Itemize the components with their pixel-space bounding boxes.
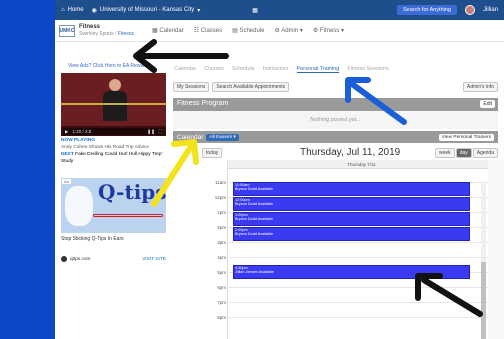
nav-admin[interactable]: ⚙ Admin ▾	[274, 27, 302, 34]
fitness-program-empty: Nothing posted yet...	[173, 111, 498, 129]
black-arrow-left-icon	[133, 39, 229, 73]
avatar[interactable]	[464, 5, 475, 15]
hour-label: 7pm	[217, 300, 226, 305]
calendar-header: Calendar All trainers ▾ View Personal Tr…	[173, 131, 498, 143]
hour-label: 4pm	[217, 255, 226, 260]
ad-tag: Ad	[62, 179, 71, 184]
nav-calendar[interactable]: ▦ Calendar	[152, 27, 184, 34]
ad-footer: qtips.com VISIT SITE	[61, 256, 166, 262]
view-personal-trainers-button[interactable]: View Personal Trainers	[438, 133, 494, 141]
tab-schedule[interactable]: Schedule	[232, 66, 255, 73]
appointment-slot[interactable]: 1:00pm Bryson Dodd Available	[233, 212, 470, 226]
nav-fitness[interactable]: ⚙ Fitness ▾	[313, 27, 344, 34]
page-title: Fitness	[79, 23, 101, 30]
progress-stripe	[61, 103, 166, 105]
day-header: Thursday 7/11	[228, 160, 495, 169]
search-button[interactable]: Search for Anything	[396, 5, 457, 15]
site-icon	[61, 256, 67, 262]
tab-instructors[interactable]: Instructors	[263, 66, 289, 73]
home-icon: ⌂	[61, 7, 65, 13]
slot-trainer: Bryson Dodd Available	[235, 202, 274, 207]
ad-caption[interactable]: Stop Sticking Q-Tips In Ears	[61, 236, 124, 242]
user-name[interactable]: Jillian	[483, 7, 498, 13]
main-nav: ▦ Calendar ☷ Classes ▤ Schedule ⚙ Admin ▾ ⚙ …	[152, 27, 344, 34]
edit-button[interactable]: Edit	[480, 100, 495, 108]
my-sessions-button[interactable]: My Sessions	[173, 82, 210, 92]
calendar-controls: today Thursday, Jul 11, 2019 week day Agen…	[173, 146, 498, 160]
blue-arrow-icon	[345, 77, 407, 125]
breadcrumb: Swinney Sports / Fitness	[79, 30, 135, 37]
visit-site-link[interactable]: VISIT SITE	[142, 257, 166, 262]
app-header: UMKC Fitness Swinney Sports / Fitness ▦ …	[55, 20, 504, 42]
view-week[interactable]: week	[435, 148, 455, 158]
slot-trainer: Bryson Dodd Available	[235, 217, 274, 222]
view-switcher: week day Agenda	[435, 148, 498, 158]
nav-schedule[interactable]: ▤ Schedule	[232, 27, 264, 34]
training-subbar: My Sessions Search Available Appointment…	[173, 82, 498, 92]
slot-trainer: Bryson Dodd Available	[235, 187, 274, 192]
hour-label: 1pm	[217, 210, 226, 215]
play-icon[interactable]: ▶	[65, 129, 68, 135]
video-time: 1:20 / 2:5	[72, 129, 92, 134]
tab-personal-training[interactable]: Personal Training	[296, 66, 340, 73]
globe-icon: ◉	[91, 7, 97, 14]
hour-label: 12pm	[214, 195, 226, 200]
top-nav: ⌂ Home ◉ University of Missouri - Kansas…	[55, 0, 504, 20]
presenter-head	[109, 79, 121, 91]
right-gutter	[488, 160, 504, 339]
hour-label: 6pm	[217, 285, 226, 290]
hour-row[interactable]: 3pm	[217, 240, 496, 257]
campus-selector[interactable]: ◉ University of Missouri - Kansas City ▾	[92, 7, 201, 14]
app-title: Fitness Swinney Sports / Fitness	[79, 24, 134, 38]
black-arrow-icon	[415, 273, 483, 317]
trainer-filter[interactable]: All trainers ▾	[206, 133, 239, 141]
ad-site: qtips.com	[70, 256, 91, 262]
calendar-icon[interactable]: ▦	[252, 7, 258, 14]
hour-label: 8pm	[217, 315, 226, 320]
slot-trainer: Bryson Dodd Available	[235, 232, 274, 237]
umkc-logo: UMKC	[59, 24, 75, 37]
chevron-down-icon: ▾	[197, 7, 201, 14]
appointment-slot[interactable]: 12:00pm Bryson Dodd Available	[233, 197, 470, 211]
appointment-slot[interactable]: 2:00pm Bryson Dodd Available	[233, 227, 470, 241]
hour-label: 2pm	[217, 225, 226, 230]
warning-highlight	[93, 214, 163, 217]
video-player[interactable]: ▶ 1:20 / 2:5 ❚❚ ⛶	[61, 73, 166, 136]
fitness-program-header: Fitness Program Edit	[173, 98, 498, 111]
hour-label: 3pm	[217, 240, 226, 245]
cotton-swab-image	[65, 186, 93, 226]
admin-info-button[interactable]: Admin's info	[462, 82, 498, 92]
calendar-date: Thursday, Jul 11, 2019	[300, 147, 401, 158]
view-day[interactable]: day	[455, 148, 472, 158]
chevron-down-icon: ▾	[233, 134, 236, 140]
nav-classes[interactable]: ☷ Classes	[194, 27, 222, 34]
search-appointments-button[interactable]: Search Available Appointments	[212, 82, 290, 92]
yellow-arrow-icon	[151, 139, 199, 207]
appointment-slot[interactable]: 11:00am Bryson Dodd Available	[233, 182, 470, 196]
hour-label: 5pm	[217, 270, 226, 275]
view-agenda[interactable]: Agenda	[472, 148, 498, 158]
hour-label: 11am	[215, 180, 226, 185]
home-link[interactable]: ⌂ Home	[61, 7, 84, 13]
presenter-body	[103, 91, 127, 121]
